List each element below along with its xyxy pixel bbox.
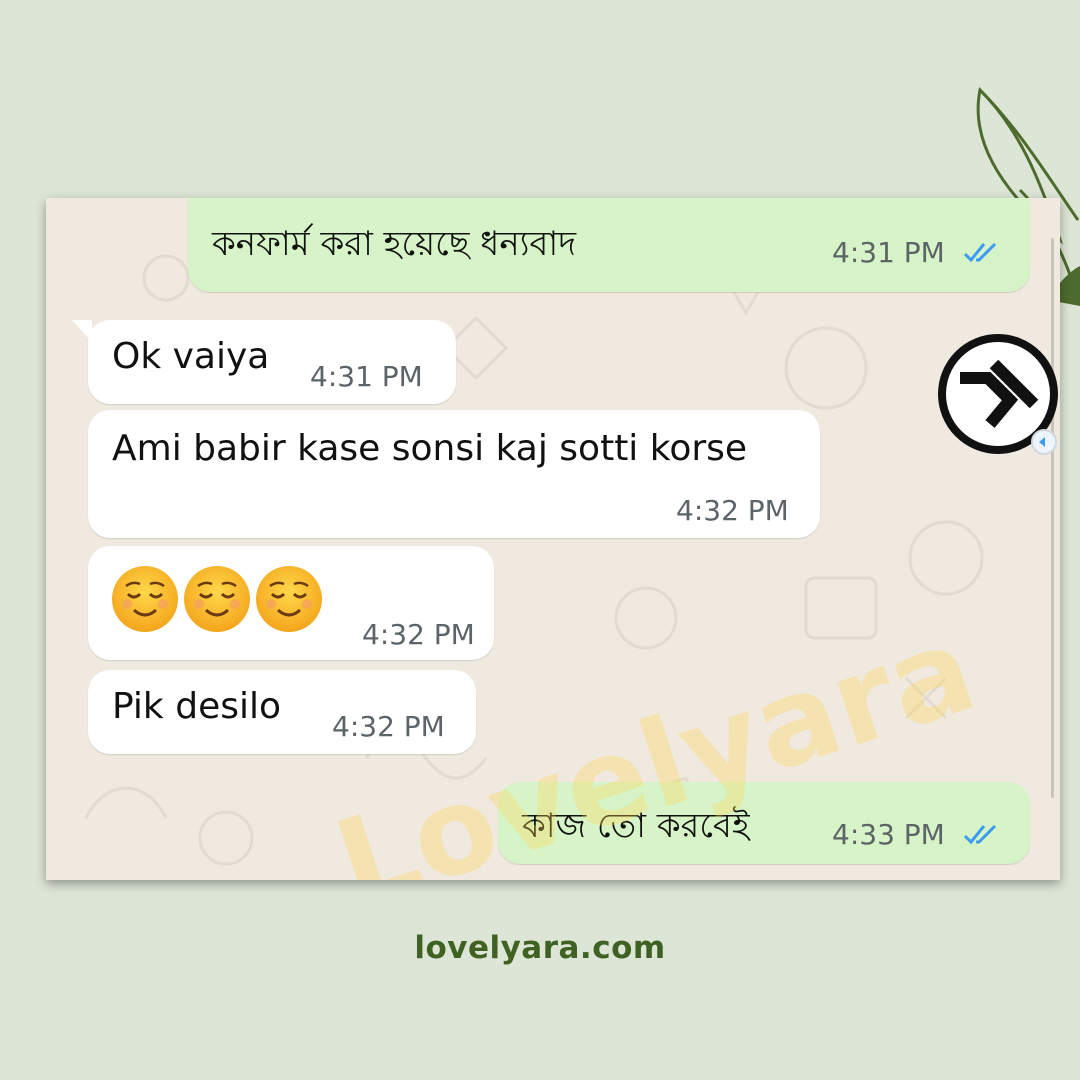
message-bubble-incoming[interactable]: Pik desilo 4:32 PM xyxy=(88,670,476,754)
message-time: 4:31 PM xyxy=(832,236,945,269)
message-bubble-outgoing[interactable]: কাজ তো করবেই 4:33 PM xyxy=(498,782,1030,864)
message-text: Ami babir kase sonsi kaj sotti korse xyxy=(112,428,748,469)
bubble-tail xyxy=(72,320,92,342)
message-text: কাজ তো করবেই xyxy=(522,806,750,846)
scrollbar[interactable] xyxy=(1051,238,1054,798)
message-bubble-incoming[interactable]: Ami babir kase sonsi kaj sotti korse 4:3… xyxy=(88,410,820,538)
message-bubble-incoming[interactable]: 4:32 PM xyxy=(88,546,494,660)
chat-screenshot: কনফার্ম করা হয়েছে ধন্যবাদ 4:31 PM Ok va… xyxy=(46,198,1060,880)
read-double-tick-icon xyxy=(963,824,997,845)
message-time: 4:32 PM xyxy=(332,710,445,743)
message-time: 4:32 PM xyxy=(676,494,789,527)
footer-site-url[interactable]: lovelyara.com xyxy=(0,930,1080,966)
message-text: Ok vaiya xyxy=(112,336,270,377)
emoji-row xyxy=(110,564,324,634)
message-bubble-outgoing[interactable]: কনফার্ম করা হয়েছে ধন্যবাদ 4:31 PM xyxy=(188,198,1030,292)
message-text: কনফার্ম করা হয়েছে ধন্যবাদ xyxy=(212,224,577,264)
message-time: 4:32 PM xyxy=(362,618,475,651)
message-text: Pik desilo xyxy=(112,686,281,727)
message-bubble-incoming[interactable]: Ok vaiya 4:31 PM xyxy=(72,320,456,404)
message-time: 4:31 PM xyxy=(310,360,423,393)
relieved-face-emoji xyxy=(112,566,178,632)
read-double-tick-icon xyxy=(963,242,997,263)
relieved-face-emoji xyxy=(184,566,250,632)
brand-logo-icon[interactable] xyxy=(938,334,1060,456)
chat-wallpaper-pattern xyxy=(84,254,984,866)
relieved-face-emoji xyxy=(256,566,322,632)
message-time: 4:33 PM xyxy=(832,818,945,851)
